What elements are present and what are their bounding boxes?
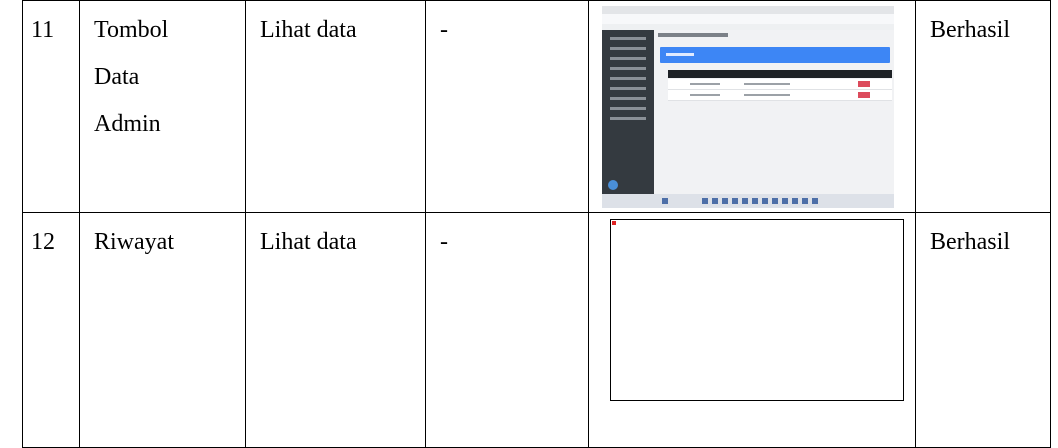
taskbar-icon: [702, 198, 708, 204]
admin-data-screenshot: [602, 6, 894, 208]
taskbar-icon: [732, 198, 738, 204]
table-row: 12 Riwayat Lihat data - Berhasil: [22, 212, 1051, 448]
row-number: 12: [31, 229, 55, 255]
sidebar-item: [610, 57, 646, 60]
os-taskbar: [602, 194, 894, 208]
browser-tab-bar: [602, 6, 894, 14]
test-name-line: Data: [94, 64, 140, 90]
cell-number: 12: [22, 212, 80, 448]
taskbar-icon: [742, 198, 748, 204]
test-result: Berhasil: [930, 17, 1010, 43]
cell-number: 11: [22, 0, 80, 213]
taskbar-icon: [792, 198, 798, 204]
admin-table-header: [668, 70, 892, 78]
cell-text: [744, 94, 790, 96]
test-name-line: Tombol: [94, 17, 169, 43]
admin-table-row: [668, 79, 892, 90]
test-action: Lihat data: [260, 17, 357, 43]
taskbar-icon: [752, 198, 758, 204]
sidebar-item: [610, 47, 646, 50]
cell-result: Berhasil: [915, 212, 1051, 448]
cell-name: Riwayat: [79, 212, 246, 448]
sidebar-item: [610, 67, 646, 70]
taskbar-icon: [722, 198, 728, 204]
taskbar-icon: [782, 198, 788, 204]
taskbar-icon: [812, 198, 818, 204]
sidebar-item: [610, 37, 646, 40]
button-label: [666, 53, 694, 56]
sidebar-item: [610, 97, 646, 100]
taskbar-icon: [662, 198, 668, 204]
cell-text: [690, 83, 720, 85]
cell-text: [690, 94, 720, 96]
sidebar-item: [610, 107, 646, 110]
cell-input: -: [425, 0, 589, 213]
sidebar-item: [610, 77, 646, 80]
riwayat-screenshot-frame: [610, 219, 904, 401]
admin-table-row: [668, 90, 892, 101]
admin-sidebar: [602, 30, 654, 194]
cell-name: Tombol Data Admin: [79, 0, 246, 213]
taskbar-icon: [762, 198, 768, 204]
test-result: Berhasil: [930, 229, 1010, 255]
table-row: 11 Tombol Data Admin Lihat data - Berhas…: [22, 0, 1051, 213]
sidebar-item: [610, 87, 646, 90]
taskbar-icon: [712, 198, 718, 204]
cell-input: -: [425, 212, 589, 448]
cell-screenshot: [588, 212, 916, 448]
add-admin-button: [660, 47, 890, 63]
test-input: -: [440, 17, 448, 43]
taskbar-icon: [802, 198, 808, 204]
test-name-line: Riwayat: [94, 229, 174, 255]
cell-action: Lihat data: [245, 212, 426, 448]
test-input: -: [440, 229, 448, 255]
delete-button: [858, 92, 870, 98]
broken-image-icon: [612, 221, 616, 225]
test-name-line: Admin: [94, 111, 161, 137]
test-action: Lihat data: [260, 229, 357, 255]
cell-text: [744, 83, 790, 85]
sidebar-item: [610, 117, 646, 120]
test-name: Riwayat: [80, 213, 245, 266]
cell-action: Lihat data: [245, 0, 426, 213]
row-number: 11: [31, 17, 55, 43]
sidebar-toggle-icon: [608, 180, 618, 190]
page-title: [658, 33, 728, 37]
cell-screenshot: [588, 0, 916, 213]
test-name: Tombol Data Admin: [80, 1, 245, 148]
taskbar-icon: [772, 198, 778, 204]
cell-result: Berhasil: [915, 0, 1051, 213]
delete-button: [858, 81, 870, 87]
test-result-table: 11 Tombol Data Admin Lihat data - Berhas…: [22, 0, 1051, 448]
